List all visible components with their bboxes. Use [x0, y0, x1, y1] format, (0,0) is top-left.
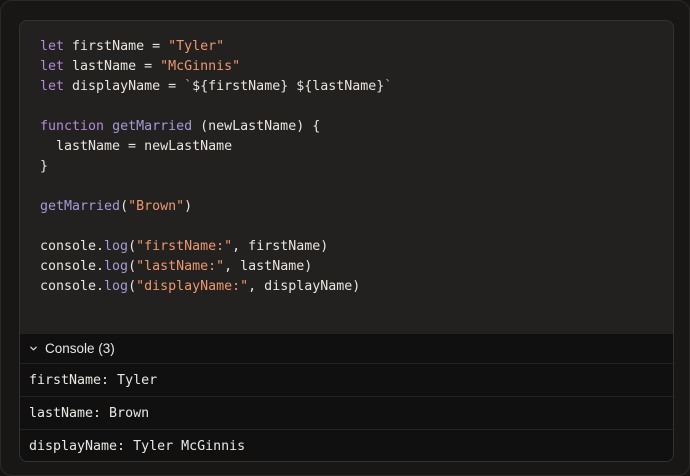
- code-line: lastName = newLastName: [40, 137, 673, 157]
- code-line: console.log("displayName:", displayName): [40, 277, 673, 297]
- code-token: `: [184, 79, 193, 94]
- code-line: let displayName = `${firstName} ${lastNa…: [40, 77, 673, 97]
- code-line: function getMarried (newLastName) {: [40, 117, 673, 137]
- code-token: getMarried: [112, 119, 193, 134]
- code-token: let: [40, 59, 65, 74]
- code-token: function: [40, 119, 105, 134]
- code-token: lastName =: [64, 59, 161, 74]
- console-title: Console (3): [45, 341, 115, 356]
- console-toggle[interactable]: Console (3): [20, 334, 673, 364]
- code-line: console.log("lastName:", lastName): [40, 257, 673, 277]
- console-output-row: firstName: Tyler: [20, 364, 673, 397]
- code-token: , firstName): [232, 239, 329, 254]
- code-token: (newLastName) {: [192, 119, 321, 134]
- code-editor[interactable]: let firstName = "Tyler" let lastName = "M…: [20, 21, 673, 334]
- code-token: "Tyler": [168, 39, 225, 54]
- code-token: "firstName:": [136, 239, 233, 254]
- code-token: ): [184, 199, 193, 214]
- playground-panel: let firstName = "Tyler" let lastName = "M…: [19, 20, 674, 462]
- code-token: (: [120, 199, 129, 214]
- code-token: let: [40, 79, 65, 94]
- code-line: console.log("firstName:", firstName): [40, 237, 673, 257]
- code-token: getMarried: [40, 199, 121, 214]
- code-token: ${firstName} ${lastName}: [192, 79, 385, 94]
- code-token: , lastName): [224, 259, 313, 274]
- code-line: getMarried("Brown"): [40, 197, 673, 217]
- code-token: (: [128, 279, 137, 294]
- code-token: log: [104, 279, 129, 294]
- code-token: , displayName): [248, 279, 361, 294]
- code-token: log: [104, 259, 129, 274]
- code-token: }: [40, 159, 49, 174]
- app-frame: let firstName = "Tyler" let lastName = "M…: [0, 0, 690, 476]
- code-token: let: [40, 39, 65, 54]
- code-token: (: [128, 239, 137, 254]
- console-panel: Console (3) firstName: Tyler lastName: B…: [20, 334, 673, 461]
- code-token: (: [128, 259, 137, 274]
- code-token: console.: [40, 279, 105, 294]
- console-output-row: lastName: Brown: [20, 397, 673, 430]
- code-token: `: [384, 79, 393, 94]
- code-token: firstName =: [64, 39, 169, 54]
- code-token: console.: [40, 239, 105, 254]
- console-output-row: displayName: Tyler McGinnis: [29, 439, 246, 454]
- code-token: lastName = newLastName: [40, 139, 233, 154]
- code-token: displayName =: [64, 79, 185, 94]
- code-token: "displayName:": [136, 279, 249, 294]
- code-token: "McGinnis": [160, 59, 241, 74]
- code-line: let lastName = "McGinnis": [40, 57, 673, 77]
- code-line: }: [40, 157, 673, 177]
- code-line: let firstName = "Tyler": [40, 37, 673, 57]
- code-token: log: [104, 239, 129, 254]
- chevron-down-icon: [28, 344, 38, 354]
- code-token: "lastName:": [136, 259, 225, 274]
- code-token: console.: [40, 259, 105, 274]
- code-token: "Brown": [128, 199, 185, 214]
